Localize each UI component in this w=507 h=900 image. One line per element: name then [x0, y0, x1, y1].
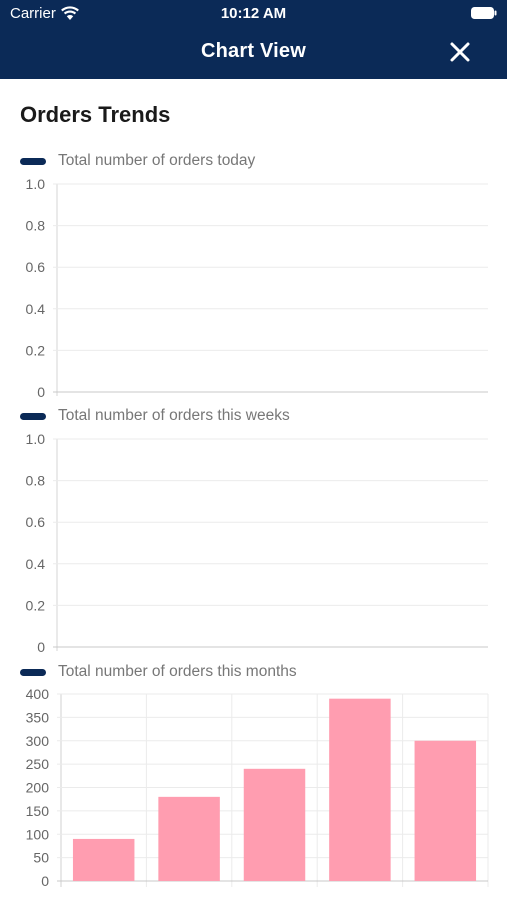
legend-label: Total number of orders this months: [58, 663, 297, 680]
page-title: Orders Trends: [20, 102, 171, 127]
bar[interactable]: [72, 838, 135, 881]
bar[interactable]: [414, 740, 477, 881]
y-tick-label: 0.6: [26, 514, 46, 530]
chart-2-legend[interactable]: Total number of orders this weeks: [20, 406, 290, 426]
y-tick-label: 0.4: [26, 556, 46, 572]
y-tick-label: 100: [26, 826, 50, 842]
y-tick-label: 0.2: [26, 342, 46, 358]
y-tick-label: 0: [41, 873, 49, 889]
status-time: 10:12 AM: [220, 5, 287, 22]
legend-swatch: [20, 157, 46, 165]
chart-months: 400 350 300 250 200 150 100 50 0: [26, 686, 489, 889]
y-tick-label: 250: [26, 756, 50, 772]
bar[interactable]: [329, 698, 391, 881]
y-tick-label: 0: [37, 639, 45, 655]
status-bar: Carrier 10:12 AM: [0, 0, 507, 28]
chart-1-legend[interactable]: Total number of orders today: [20, 151, 255, 171]
bar[interactable]: [158, 796, 220, 881]
y-tick-label: 200: [26, 780, 50, 796]
chart-3-legend[interactable]: Total number of orders this months: [20, 662, 297, 682]
y-tick-label: 1.0: [26, 431, 46, 447]
nav-title: Chart View: [201, 40, 306, 62]
y-tick-label: 0.4: [26, 301, 46, 317]
y-tick-label: 400: [26, 686, 50, 702]
y-tick-label: 0: [37, 384, 45, 400]
y-tick-label: 50: [33, 850, 49, 866]
y-tick-label: 150: [26, 803, 50, 819]
y-tick-label: 0.8: [26, 473, 46, 489]
y-tick-label: 0.6: [26, 259, 46, 275]
y-tick-label: 350: [26, 709, 50, 725]
y-tick-label: 0.8: [26, 218, 46, 234]
y-tick-label: 300: [26, 733, 50, 749]
legend-swatch: [20, 412, 46, 420]
battery-icon: [471, 7, 497, 19]
close-icon[interactable]: [448, 40, 472, 64]
chart-today: 1.0 0.8 0.6 0.4 0.2 0: [26, 176, 488, 400]
legend-swatch: [20, 668, 46, 676]
y-tick-label: 1.0: [26, 176, 46, 192]
y-tick-label: 0.2: [26, 597, 46, 613]
legend-label: Total number of orders this weeks: [58, 407, 290, 424]
app-header: Carrier 10:12 AM Chart View: [0, 0, 507, 79]
chart-weeks: 1.0 0.8 0.6 0.4 0.2 0: [26, 431, 488, 655]
bar[interactable]: [243, 768, 306, 881]
legend-label: Total number of orders today: [58, 152, 256, 169]
